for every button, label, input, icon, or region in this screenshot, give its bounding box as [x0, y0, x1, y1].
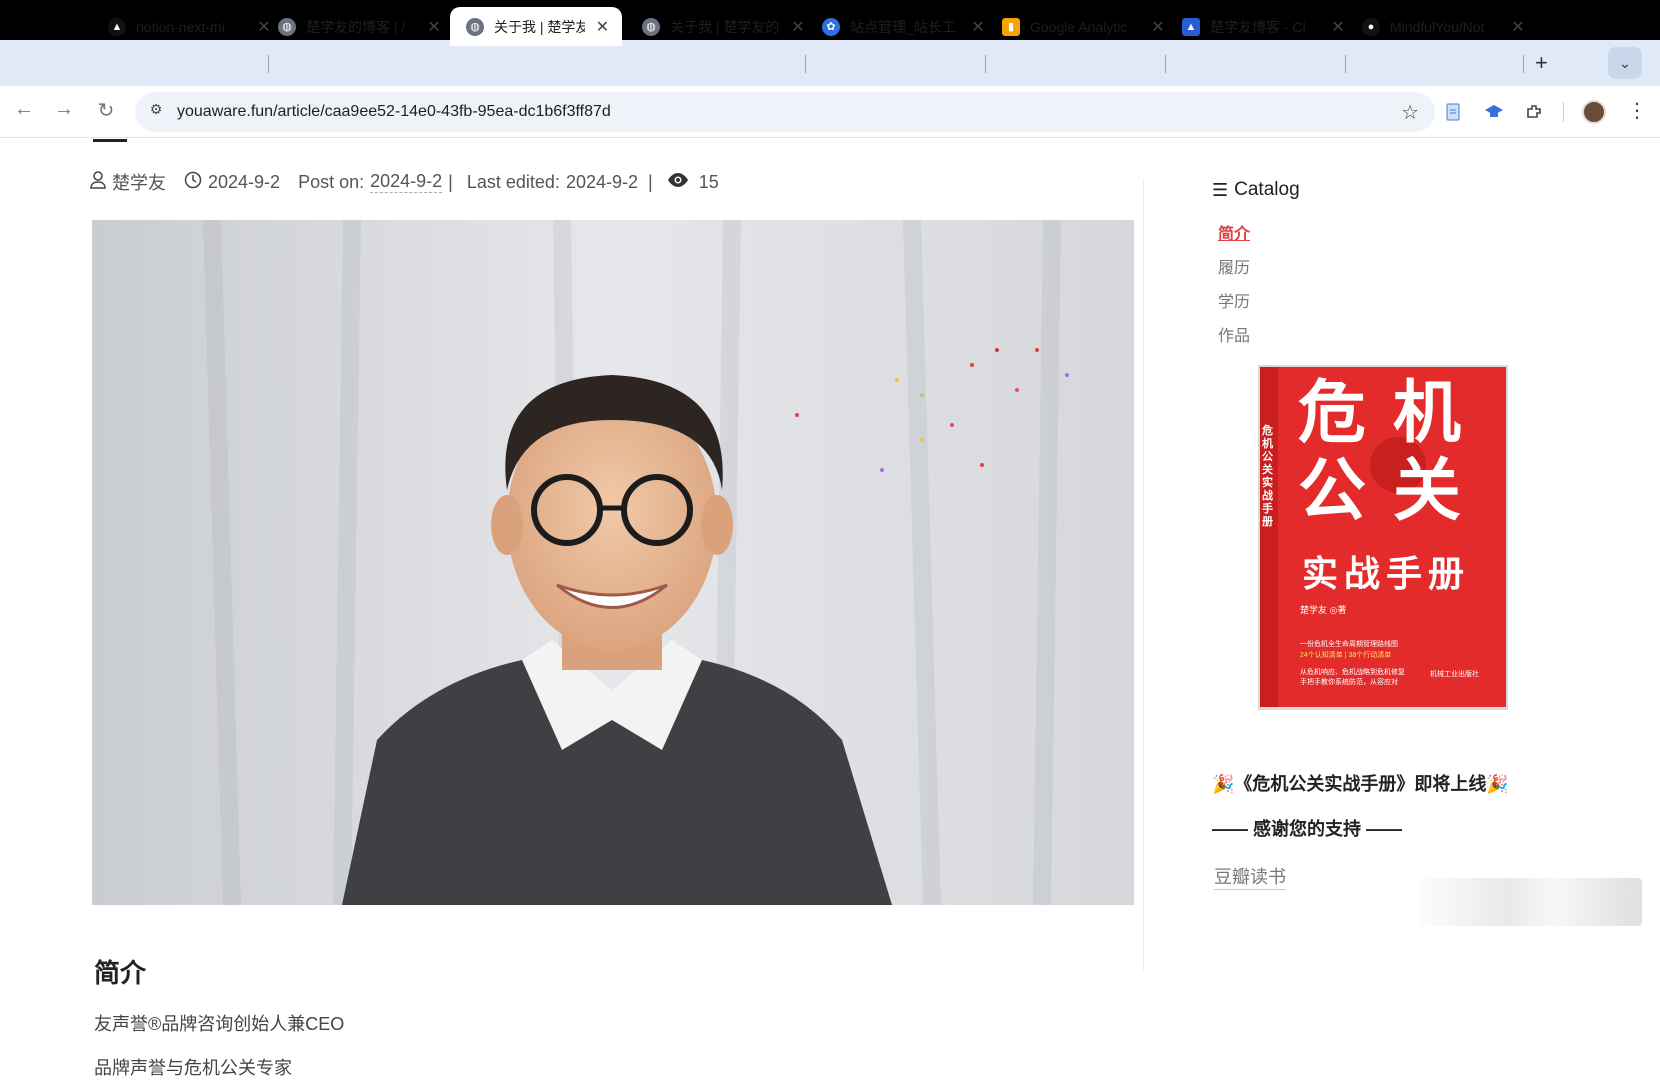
tab-title: 关于我 | 楚学友的: [670, 18, 780, 35]
meta-separator: |: [448, 171, 453, 192]
author-name[interactable]: 楚学友: [112, 169, 166, 195]
tab-baidu[interactable]: ✿ 站点管理_站长工 ✕: [806, 7, 998, 46]
close-icon[interactable]: ✕: [426, 17, 442, 37]
close-icon[interactable]: ✕: [790, 17, 806, 37]
tab-title: Google Analytic: [1030, 18, 1128, 35]
tab-separator: [1523, 55, 1524, 73]
tab-title: 楚学友的博客 | /: [306, 18, 406, 35]
book-cover-image[interactable]: 危 机 公 关 实战手册 危机公关实战手册 楚学友 ◎著 一份危机全生命周期管理…: [1258, 365, 1508, 710]
tab-notion[interactable]: ▲ notion-next-mi ✕: [92, 7, 284, 46]
intro-paragraph: 友声誉®品牌咨询创始人兼CEO: [94, 1014, 345, 1034]
extensions-puzzle-icon[interactable]: [1524, 102, 1544, 122]
thanks-text: —— 感谢您的支持 ——: [1212, 819, 1403, 839]
catalog-item-works[interactable]: 作品: [1218, 322, 1250, 346]
book-title-line2: 公 关: [1298, 453, 1465, 529]
profile-avatar[interactable]: [1582, 100, 1606, 124]
book-blurb: 手把手教你系统防范，从容应对: [1300, 679, 1398, 686]
tab-github[interactable]: ● MindfulYou/Not ✕: [1346, 7, 1538, 46]
tab-separator: [268, 55, 269, 73]
cloud-icon: ▲: [1182, 17, 1200, 36]
tab-about-active[interactable]: ◍ 关于我 | 楚学友的 ✕: [450, 7, 622, 46]
catalog-label: Catalog: [1234, 179, 1300, 200]
catalog-heading: ☰ Catalog: [1212, 179, 1300, 201]
analytics-icon: ▮: [1002, 17, 1020, 36]
content-sidebar-divider: [1143, 179, 1144, 971]
book-title-line1: 危 机: [1298, 375, 1465, 451]
close-icon[interactable]: ✕: [1150, 17, 1166, 37]
catalog-item-education[interactable]: 学历: [1218, 288, 1250, 312]
post-on-date[interactable]: 2024-9-2: [370, 171, 443, 193]
user-icon: [90, 170, 106, 194]
forward-button[interactable]: →: [50, 98, 78, 121]
last-edited-label: Last edited:: [466, 171, 560, 192]
browser-toolbar: ← → ↻ ⚙ youaware.fun/article/caa9ee52-14…: [0, 86, 1660, 138]
list-icon: ☰: [1212, 179, 1229, 200]
section-heading-intro: 简介: [94, 958, 147, 988]
book-spine-title: 危机公关实战手册: [1262, 425, 1273, 528]
book-title-line3: 实战手册: [1302, 553, 1471, 594]
tab-blog[interactable]: ◍ 楚学友的博客 | / ✕: [262, 7, 454, 46]
article-page: 楚学友 2024-9-2 Post on: 2024-9-2 | Last ed…: [0, 139, 1660, 1080]
tab-separator: [1165, 55, 1166, 73]
tab-separator: [1345, 55, 1346, 73]
close-icon[interactable]: ✕: [970, 17, 986, 37]
book-blurb: 从危机响应、危机战略到危机修复: [1300, 669, 1405, 676]
tab-strip: [0, 40, 1660, 86]
douban-link[interactable]: 豆瓣读书: [1214, 863, 1286, 890]
globe-icon: ◍: [466, 17, 484, 36]
article-meta: 楚学友 2024-9-2 Post on: 2024-9-2 | Last ed…: [90, 169, 719, 195]
intro-paragraph: 品牌声誉与危机公关专家: [94, 1058, 292, 1078]
book-author: 楚学友 ◎著: [1300, 605, 1347, 615]
chevron-down-icon: ⌄: [1619, 54, 1631, 71]
tab-separator: [805, 55, 806, 73]
baidu-icon: ✿: [822, 17, 840, 36]
book-launch-promo: 🎉《危机公关实战手册》即将上线🎉: [1212, 774, 1509, 794]
notion-icon: ▲: [108, 17, 126, 36]
book-blurb: 24个认知清单 | 38个行动清单: [1300, 652, 1392, 659]
tab-analytics[interactable]: ▮ Google Analytic ✕: [986, 7, 1178, 46]
globe-icon: ◍: [278, 17, 296, 36]
bookmark-star-icon[interactable]: ☆: [1401, 100, 1419, 125]
github-icon: ●: [1362, 17, 1380, 36]
address-bar[interactable]: ⚙ youaware.fun/article/caa9ee52-14e0-43f…: [135, 92, 1435, 132]
last-edited-date: 2024-9-2: [565, 171, 638, 192]
close-icon[interactable]: ✕: [1510, 17, 1526, 37]
meta-separator: |: [648, 171, 653, 192]
tab-title: MindfulYou/Not: [1390, 18, 1485, 35]
browser-menu-icon[interactable]: ⋮: [1627, 98, 1647, 123]
new-tab-button[interactable]: +: [1535, 50, 1548, 76]
author-portrait-image: [92, 220, 1134, 905]
reload-button[interactable]: ↻: [92, 98, 120, 123]
book-blurb: 一份危机全生命周期管理路线图: [1300, 641, 1398, 648]
docs-extension-icon[interactable]: [1443, 102, 1463, 122]
globe-icon: ◍: [642, 17, 660, 36]
catalog-item-intro[interactable]: 简介: [1218, 220, 1250, 244]
close-icon[interactable]: ✕: [1330, 17, 1346, 37]
tab-separator: [985, 55, 986, 73]
url-text[interactable]: youaware.fun/article/caa9ee52-14e0-43fb-…: [177, 103, 611, 121]
eye-icon: [667, 172, 689, 193]
tab-title: 楚学友博客 - Cl: [1210, 18, 1306, 35]
book-publisher: 机械工业出版社: [1430, 671, 1479, 678]
heading-underline-fragment: [93, 139, 127, 142]
back-button[interactable]: ←: [10, 98, 38, 121]
clock-icon: [184, 171, 202, 194]
tab-title: 站点管理_站长工: [850, 18, 956, 35]
floating-overlay-widget[interactable]: [1418, 878, 1642, 926]
site-info-icon[interactable]: ⚙: [145, 101, 167, 123]
catalog-item-career[interactable]: 履历: [1218, 254, 1250, 278]
post-on-label: Post on:: [298, 171, 365, 192]
graduation-cap-icon[interactable]: [1484, 102, 1504, 122]
tab-title: 关于我 | 楚学友的: [494, 18, 585, 35]
close-icon[interactable]: ✕: [595, 17, 610, 37]
toolbar-separator: [1563, 102, 1564, 122]
tab-cloudflare[interactable]: ▲ 楚学友博客 - Cl ✕: [1166, 7, 1358, 46]
tab-about[interactable]: ◍ 关于我 | 楚学友的 ✕: [626, 7, 818, 46]
view-count: 15: [698, 171, 719, 192]
article-date: 2024-9-2: [208, 171, 281, 192]
tab-title: notion-next-mi: [136, 18, 225, 35]
tab-search-button[interactable]: ⌄: [1608, 47, 1642, 79]
